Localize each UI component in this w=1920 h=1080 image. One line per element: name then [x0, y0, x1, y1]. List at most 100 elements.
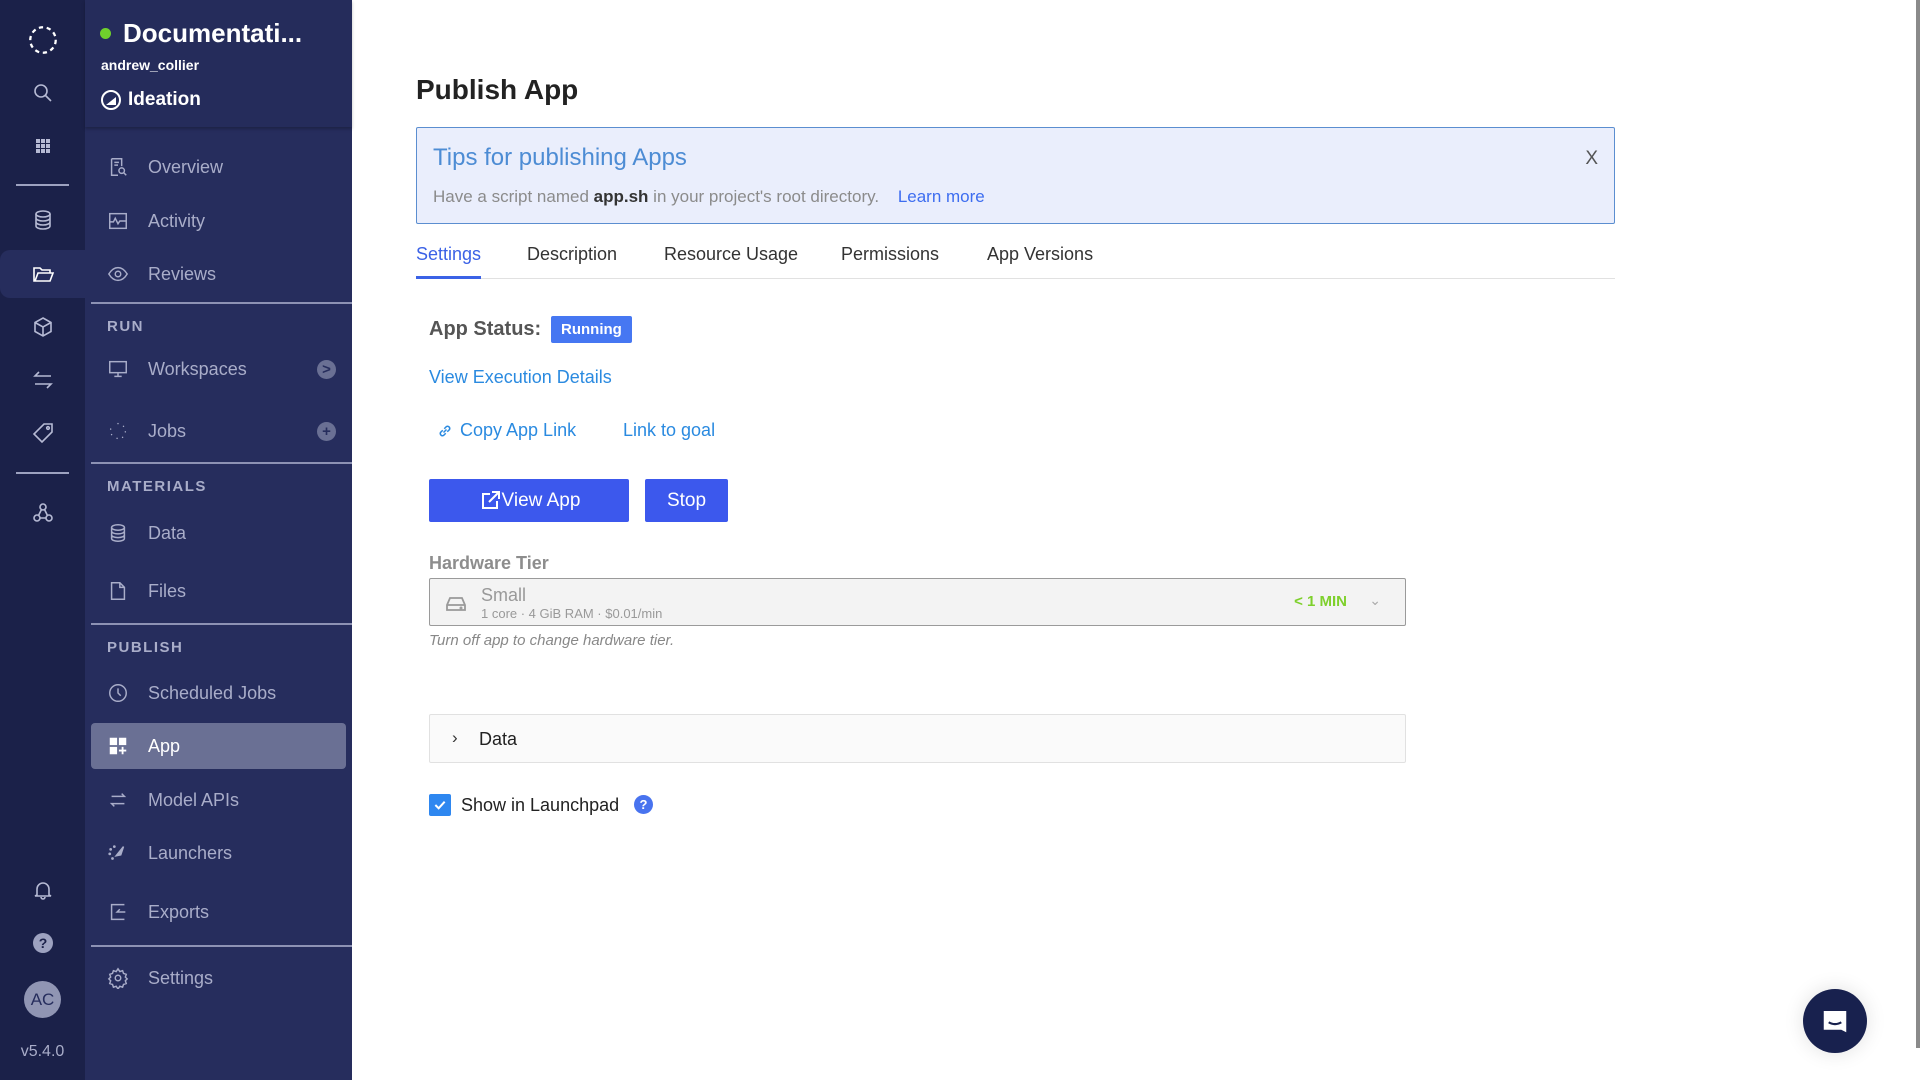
search-icon[interactable]	[0, 69, 85, 117]
sidebar-item-scheduled-jobs[interactable]: Scheduled Jobs	[91, 670, 346, 716]
sidebar-divider	[91, 623, 352, 625]
project-name: Documentati...	[123, 18, 303, 48]
database-icon[interactable]	[0, 196, 85, 244]
learn-more-link[interactable]: Learn more	[898, 187, 985, 206]
stage-label: Ideation	[128, 89, 201, 110]
database-icon	[106, 521, 130, 545]
transfer-icon[interactable]	[0, 356, 85, 404]
sidebar-divider	[91, 462, 352, 464]
hardware-tier-label: Hardware Tier	[429, 553, 549, 573]
sidebar-item-label: Scheduled Jobs	[148, 682, 277, 703]
sidebar-item-launchers[interactable]: Launchers	[91, 830, 346, 876]
cube-icon[interactable]	[0, 303, 85, 351]
bell-icon[interactable]	[0, 866, 85, 914]
stop-button[interactable]: Stop	[645, 479, 728, 522]
help-icon[interactable]: ?	[0, 919, 85, 967]
banner-text: Have a script named app.sh in your proje…	[433, 187, 985, 207]
banner-text-after: in your project's root directory.	[648, 187, 880, 206]
avatar[interactable]: AC	[24, 981, 61, 1018]
sidebar-item-label: Activity	[148, 210, 206, 231]
banner-text-before: Have a script named	[433, 187, 594, 206]
sidebar-item-exports[interactable]: Exports	[91, 889, 346, 935]
chevron-right-icon: ›	[452, 728, 458, 747]
stage-icon	[101, 90, 121, 110]
network-icon[interactable]	[0, 489, 85, 537]
project-header: Documentati... andrew_collier Ideation	[85, 0, 352, 127]
project-stage[interactable]: Ideation	[101, 89, 201, 111]
project-title[interactable]: Documentati...	[100, 18, 302, 49]
tab-permissions[interactable]: Permissions	[841, 244, 939, 279]
sidebar-item-label: Launchers	[148, 842, 233, 863]
rail-divider	[16, 184, 69, 186]
scrollbar[interactable]	[1916, 0, 1920, 1048]
icon-rail: ? AC v5.4.0	[0, 0, 85, 1080]
show-in-launchpad-checkbox[interactable]	[429, 794, 451, 816]
sidebar-item-label: Workspaces	[148, 358, 247, 379]
apps-grid-icon[interactable]	[0, 122, 85, 170]
data-accordion[interactable]: › Data	[429, 714, 1406, 763]
hard-drive-icon	[446, 597, 466, 611]
chat-support-button[interactable]	[1803, 989, 1867, 1053]
sidebar-item-jobs[interactable]: Jobs +	[91, 408, 346, 454]
tab-settings[interactable]: Settings	[416, 244, 482, 279]
sidebar-item-reviews[interactable]: Reviews	[91, 251, 346, 297]
monitor-icon	[106, 357, 130, 381]
jobs-icon	[106, 419, 130, 443]
overview-icon	[106, 155, 130, 179]
view-app-label: View App	[501, 489, 581, 511]
data-accordion-label: Data	[479, 729, 518, 749]
show-in-launchpad-label[interactable]: Show in Launchpad	[461, 795, 619, 816]
view-app-button[interactable]: View App	[429, 479, 629, 522]
rail-divider	[16, 472, 69, 474]
sidebar-item-files[interactable]: Files	[91, 568, 346, 614]
hardware-tier-select[interactable]: Small 1 core · 4 GiB RAM · $0.01/min < 1…	[429, 578, 1406, 626]
page-title: Publish App	[416, 74, 579, 105]
sidebar-item-label: Reviews	[148, 263, 217, 284]
project-owner[interactable]: andrew_collier	[101, 57, 199, 73]
link-icon	[439, 425, 451, 436]
sidebar-item-label: App	[148, 735, 181, 756]
sidebar-item-label: Files	[148, 580, 187, 601]
chat-icon	[1823, 1011, 1847, 1033]
sidebar-item-overview[interactable]: Overview	[91, 144, 346, 190]
sidebar-item-label: Settings	[148, 967, 214, 988]
add-job-icon[interactable]: +	[317, 421, 336, 441]
project-status-dot	[100, 28, 111, 39]
rocket-icon	[106, 841, 130, 865]
workspaces-open-icon[interactable]: >	[317, 359, 336, 379]
sidebar-item-data[interactable]: Data	[91, 510, 346, 556]
tab-resource-usage[interactable]: Resource Usage	[664, 244, 798, 279]
sidebar-item-label: Jobs	[148, 420, 187, 441]
section-label-publish: PUBLISH	[107, 639, 184, 656]
close-banner-button[interactable]: X	[1585, 148, 1598, 170]
folder-icon[interactable]	[0, 250, 85, 298]
tab-description[interactable]: Description	[527, 244, 617, 279]
link-to-goal-link[interactable]: Link to goal	[623, 420, 715, 441]
file-icon	[106, 579, 130, 603]
sidebar-item-app[interactable]: App	[91, 723, 346, 769]
app-version: v5.4.0	[20, 1043, 65, 1060]
sidebar-item-label: Overview	[148, 156, 224, 177]
tab-app-versions[interactable]: App Versions	[987, 244, 1093, 279]
sidebar-divider	[91, 945, 352, 947]
gear-icon	[106, 966, 130, 990]
section-label-materials: MATERIALS	[107, 478, 207, 495]
hardware-start-time: < 1 MIN	[1294, 593, 1347, 610]
view-execution-details-link[interactable]: View Execution Details	[429, 367, 612, 388]
section-label-run: RUN	[107, 318, 144, 335]
sidebar-item-activity[interactable]: Activity	[91, 198, 346, 244]
tag-icon[interactable]	[0, 409, 85, 457]
activity-icon	[106, 209, 130, 233]
sidebar-item-workspaces[interactable]: Workspaces >	[91, 346, 346, 392]
logo-icon[interactable]	[0, 16, 85, 64]
external-link-icon	[481, 490, 500, 509]
tab-bar: Settings Description Resource Usage Perm…	[416, 244, 1615, 279]
eye-icon	[106, 262, 130, 286]
copy-app-link-button[interactable]: Copy App Link	[436, 420, 576, 441]
sidebar-item-model-apis[interactable]: Model APIs	[91, 777, 346, 823]
hardware-tier-note: Turn off app to change hardware tier.	[429, 632, 675, 649]
sidebar-item-settings[interactable]: Settings	[91, 955, 346, 1001]
launchpad-help-icon[interactable]: ?	[634, 795, 653, 814]
project-sidebar: Documentati... andrew_collier Ideation O…	[85, 0, 352, 1080]
hardware-tier-specs: 1 core · 4 GiB RAM · $0.01/min	[481, 606, 663, 621]
